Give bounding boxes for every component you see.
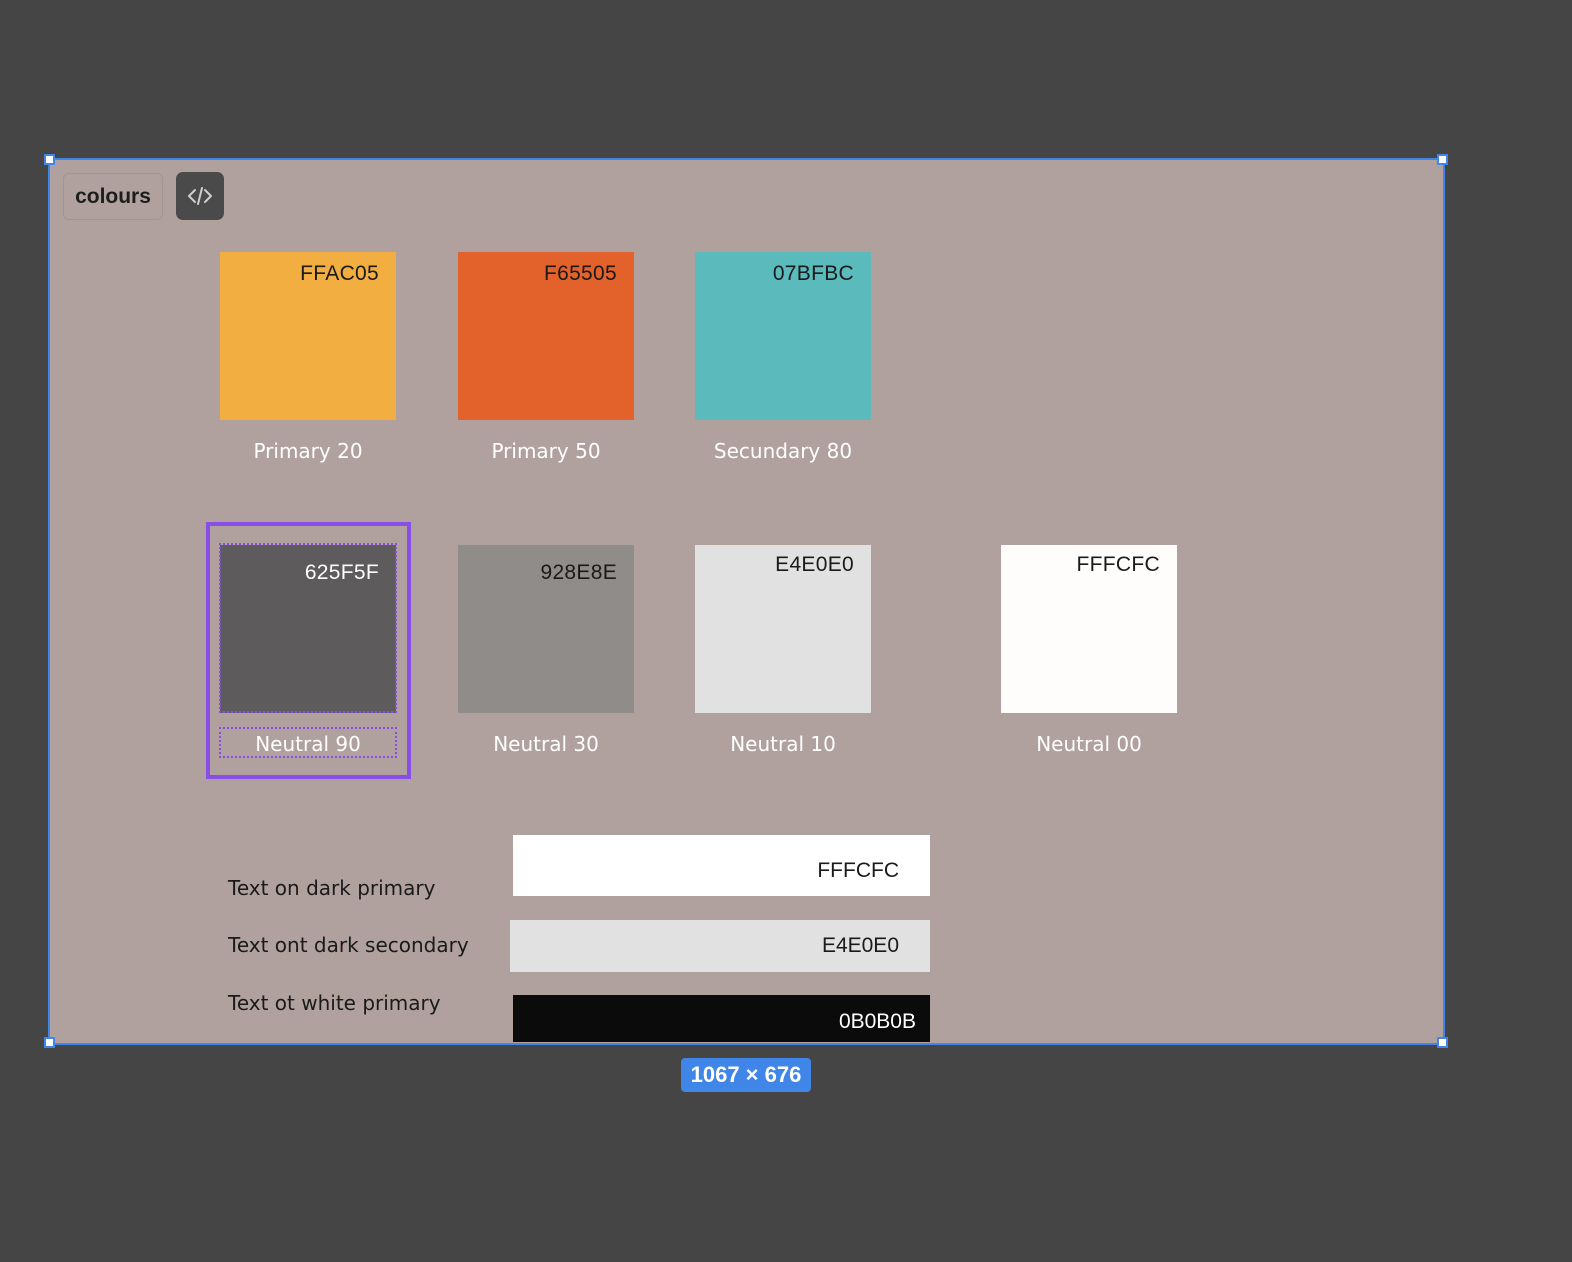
text-color-hex: E4E0E0 [821, 934, 899, 957]
swatch-primary-20[interactable]: FFAC05 [220, 252, 396, 420]
swatch-neutral-30[interactable]: 928E8E [458, 545, 634, 713]
swatch-hex: E4E0E0 [775, 553, 854, 576]
swatch-label: Neutral 90 [255, 732, 361, 756]
swatch-label: Primary 50 [491, 439, 601, 463]
text-color-hex: 0B0B0B [838, 1009, 916, 1033]
design-canvas[interactable]: colours FFAC05 Primary 20 F65505 Primary… [0, 0, 1572, 1262]
swatch-primary-50[interactable]: F65505 [458, 252, 634, 420]
resize-handle-top-right[interactable] [1437, 154, 1448, 165]
swatch-hex: F65505 [543, 262, 617, 285]
code-brackets-icon [188, 187, 212, 205]
resize-handle-top-left[interactable] [44, 154, 55, 165]
text-color-bar[interactable]: 0B0B0B [513, 995, 930, 1042]
swatch-secundary-80[interactable]: 07BFBC [695, 252, 871, 420]
text-color-label: Text on dark primary [228, 876, 436, 900]
swatch-label: Secundary 80 [713, 439, 853, 463]
swatch-label: Primary 20 [253, 439, 363, 463]
swatch-hex: 625F5F [304, 561, 379, 584]
frame-name-label[interactable]: colours [63, 173, 163, 220]
swatch-label: Neutral 10 [730, 732, 836, 756]
text-color-hex: FFFCFC [817, 858, 899, 882]
code-view-button[interactable] [176, 172, 224, 220]
swatch-neutral-10[interactable]: E4E0E0 [695, 545, 871, 713]
resize-handle-bottom-right[interactable] [1437, 1037, 1448, 1048]
text-color-label: Text ont dark secondary [228, 933, 469, 957]
swatch-hex: FFFCFC [1076, 553, 1160, 576]
text-color-label: Text ot white primary [228, 991, 441, 1015]
text-color-bar[interactable]: E4E0E0 [510, 920, 930, 972]
swatch-label: Neutral 00 [1036, 732, 1142, 756]
swatch-hex: 07BFBC [772, 262, 854, 285]
swatch-hex: 928E8E [540, 561, 617, 584]
swatch-label: Neutral 30 [493, 732, 599, 756]
swatch-hex: FFAC05 [300, 262, 379, 285]
resize-handle-bottom-left[interactable] [44, 1037, 55, 1048]
swatch-neutral-90[interactable]: 625F5F [220, 545, 396, 713]
text-color-bar[interactable]: FFFCFC [513, 835, 930, 896]
frame-size-badge: 1067 × 676 [681, 1058, 811, 1092]
swatch-neutral-00[interactable]: FFFCFC [1001, 545, 1177, 713]
